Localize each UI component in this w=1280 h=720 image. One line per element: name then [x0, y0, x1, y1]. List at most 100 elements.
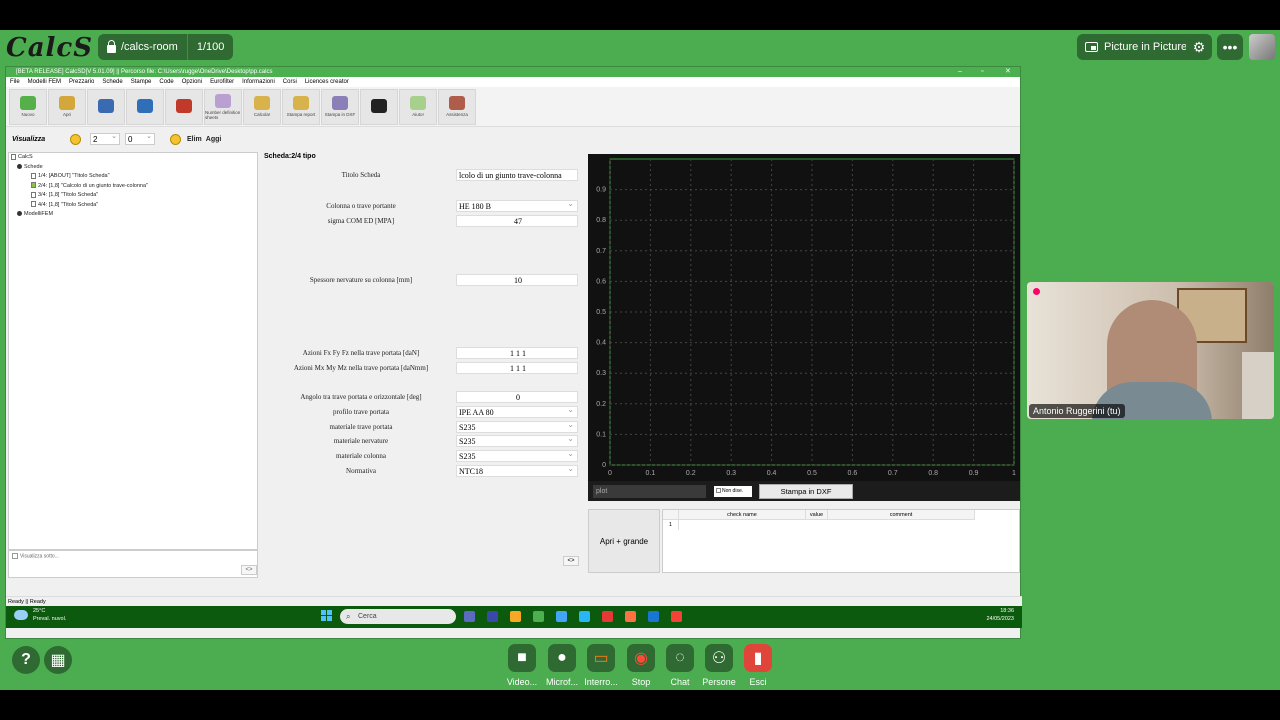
tree-schede[interactable]: Schede: [9, 163, 257, 173]
tree-modelli-fem[interactable]: ModelliFEM: [9, 210, 257, 220]
toolbar-button-7[interactable]: Calcola!: [243, 88, 281, 125]
tree-toggle-button[interactable]: <>: [241, 565, 257, 575]
taskbar-app-icon[interactable]: [602, 611, 613, 622]
elim-button[interactable]: Elim: [187, 136, 202, 143]
taskbar-app-icon[interactable]: [671, 611, 682, 622]
toolbar-button-6[interactable]: Number definition sheets: [204, 88, 242, 125]
y-tick-label: 0: [602, 462, 606, 469]
interrompi-button[interactable]: ▭: [587, 644, 615, 672]
toolbar-button-2[interactable]: Apri: [48, 88, 86, 125]
avatar[interactable]: [1249, 34, 1275, 60]
stampa-dxf-button[interactable]: Stampa in DXF: [759, 484, 853, 499]
angolo-input[interactable]: 0: [456, 391, 578, 403]
persone-button[interactable]: ⚇: [705, 644, 733, 672]
refresh-icon[interactable]: [70, 133, 81, 145]
view-select-2[interactable]: 0: [125, 131, 155, 145]
tree-item-3[interactable]: 3/4: [1,8] "Titolo Scheda": [9, 191, 257, 201]
toolbar-button-9[interactable]: Stampa in DXF: [321, 88, 359, 125]
apply-icon[interactable]: [170, 133, 181, 145]
toolbar-button-5[interactable]: [165, 88, 203, 125]
form-toggle-button[interactable]: <>: [563, 556, 579, 566]
y-tick-label: 0.7: [596, 248, 606, 255]
toolbar-button-3[interactable]: [87, 88, 125, 125]
row-number: 1: [663, 520, 679, 530]
plot-area[interactable]: 0 0.1 0.2 0.3 0.4 0.5 0.6 0.7 0.8 0.9 1 0 0.1 0.2 0.3 0…: [588, 154, 1020, 481]
help-button[interactable]: ?: [12, 646, 40, 674]
colonna-select[interactable]: HE 180 B: [456, 200, 578, 212]
participant-video[interactable]: Antonio Ruggerini (tu): [1027, 282, 1274, 419]
toolbar-button-4[interactable]: [126, 88, 164, 125]
taskbar-app-icon[interactable]: [625, 611, 636, 622]
app-title: [BETA RELEASE] CalcSD[V 5.01.09] || Perc…: [16, 69, 273, 75]
toolbar-button-8[interactable]: Stampa report: [282, 88, 320, 125]
mat-nerv-label: materiale nervature: [333, 437, 389, 445]
apps-button[interactable]: ▦: [44, 646, 72, 674]
visualizza-sotto-checkbox[interactable]: Visualizza sotto...: [12, 553, 59, 559]
azioni-f-input[interactable]: 1 1 1: [456, 347, 578, 359]
menu-opzioni[interactable]: Opzioni: [178, 77, 206, 87]
col-value[interactable]: value: [806, 510, 828, 520]
menu-schede[interactable]: Schede: [98, 77, 126, 87]
toolbar-button-1[interactable]: Nuovo: [9, 88, 47, 125]
plot-select[interactable]: plot: [593, 485, 706, 498]
chat-button[interactable]: ◌: [666, 644, 694, 672]
y-tick-label: 0.9: [596, 187, 606, 194]
taskbar-app-icon[interactable]: [533, 611, 544, 622]
menu-stampe[interactable]: Stampe: [127, 77, 156, 87]
mat-col-select[interactable]: S235: [456, 450, 578, 462]
toolbar-label: Calcola!: [253, 112, 271, 117]
toolbar-button-12[interactable]: Assistenza: [438, 88, 476, 125]
menu-modelli-fem[interactable]: Modelli FEM: [24, 77, 65, 87]
taskbar-app-icon[interactable]: [579, 611, 590, 622]
menu-eurofilter[interactable]: Eurofilter: [206, 77, 238, 87]
tree-item-4[interactable]: 4/4: [1,8] "Titolo Scheda": [9, 201, 257, 211]
taskbar-app-icon[interactable]: [556, 611, 567, 622]
sigma-input[interactable]: 47: [456, 215, 578, 227]
apps-icon: ▦: [50, 652, 66, 669]
more-button[interactable]: •••: [1217, 34, 1243, 60]
col-check-name[interactable]: check name: [679, 510, 806, 520]
taskbar-app-icon[interactable]: [648, 611, 659, 622]
picture-in-picture-button[interactable]: Picture in Picture: [1077, 34, 1196, 60]
taskbar-app-icon[interactable]: [487, 611, 498, 622]
menu-licences-creator[interactable]: Licences creator: [301, 77, 353, 87]
toolbar-button-10[interactable]: [360, 88, 398, 125]
normativa-select[interactable]: NTC18: [456, 465, 578, 477]
room-pill[interactable]: /calcs-room 1/100: [98, 34, 234, 60]
aggi-button[interactable]: Aggi: [206, 136, 222, 143]
close-button[interactable]: ✕: [1005, 67, 1011, 77]
tree-item-2[interactable]: 2/4: [1,8] "Calcolo di un giunto trave-c…: [9, 182, 257, 192]
tree-item-1[interactable]: 1/4: [ABOUT] "Titolo Scheda": [9, 172, 257, 182]
taskbar-app-icon[interactable]: [464, 611, 475, 622]
view-select-1[interactable]: 2: [90, 131, 120, 145]
settings-button[interactable]: ⚙: [1186, 34, 1212, 60]
azioni-m-input[interactable]: 1 1 1: [456, 362, 578, 374]
toolbar-button-11[interactable]: Aiuto!: [399, 88, 437, 125]
menu-prezzario[interactable]: Prezzario: [65, 77, 98, 87]
apri-grande-button[interactable]: Apri + grande: [588, 509, 660, 573]
microphone-button[interactable]: ●: [548, 644, 576, 672]
taskbar-search[interactable]: ⌕ Cerca: [340, 609, 456, 624]
minimize-button[interactable]: –: [958, 67, 962, 77]
video-button[interactable]: ■: [508, 644, 536, 672]
esci-button[interactable]: ▮: [744, 644, 772, 672]
mat-nerv-select[interactable]: S235: [456, 435, 578, 447]
menu-informazioni[interactable]: Informazioni: [238, 77, 279, 87]
spessore-input[interactable]: 10: [456, 274, 578, 286]
non-dise-checkbox[interactable]: Non dise.: [714, 486, 752, 497]
maximize-button[interactable]: ▫: [981, 67, 983, 77]
tree-root[interactable]: CalcS: [9, 153, 257, 163]
menu-code[interactable]: Code: [155, 77, 177, 87]
y-tick-label: 0.6: [596, 278, 606, 285]
menu-corsi[interactable]: Corsi: [279, 77, 301, 87]
stop-button[interactable]: ◉: [627, 644, 655, 672]
taskbar-app-icon[interactable]: [510, 611, 521, 622]
windows-start-icon[interactable]: [321, 610, 332, 621]
titolo-input[interactable]: lcolo di un giunto trave-colonna: [456, 169, 578, 181]
col-comment[interactable]: comment: [828, 510, 975, 520]
x-tick-label: 0.6: [848, 470, 858, 477]
profilo-select[interactable]: IPE AA 80: [456, 406, 578, 418]
mat-trave-select[interactable]: S235: [456, 421, 578, 433]
page-counter: 1/100: [196, 41, 225, 53]
menu-file[interactable]: File: [6, 77, 24, 87]
